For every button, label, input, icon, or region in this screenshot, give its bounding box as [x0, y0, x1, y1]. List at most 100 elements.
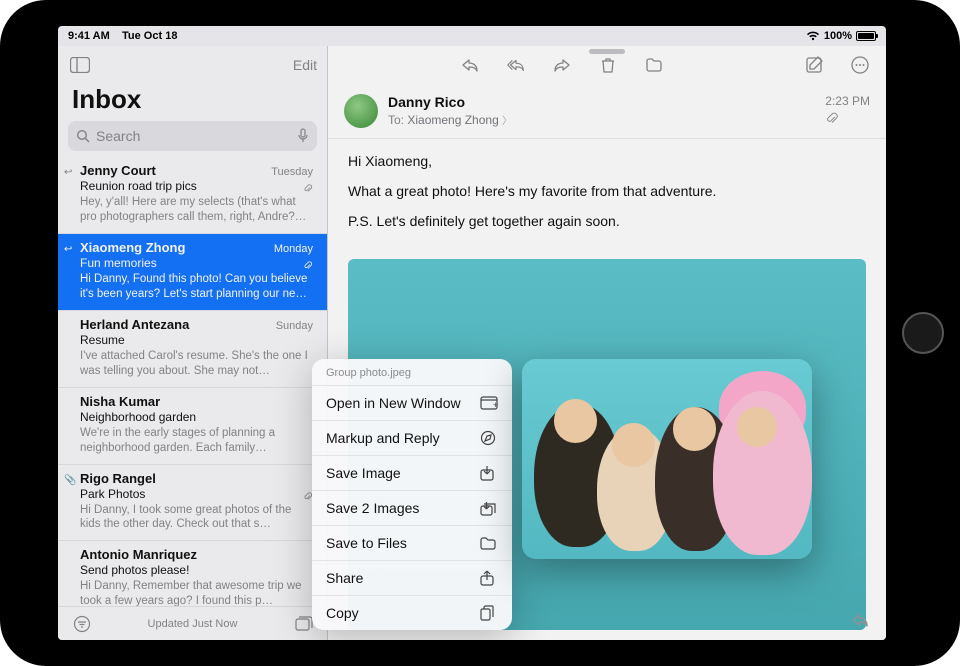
thread-subject: Park Photos	[80, 487, 313, 501]
thread-subject: Neighborhood garden	[80, 410, 313, 424]
context-menu-item[interactable]: Save 2 Images	[312, 490, 512, 525]
context-menu-item[interactable]: Share	[312, 560, 512, 595]
thread-sender: Nisha Kumar	[80, 394, 160, 409]
thread-item[interactable]: Antonio Manriquez Send photos please! Hi…	[58, 541, 327, 606]
thread-sender: Herland Antezana	[80, 317, 189, 332]
ipad-frame: 9:41 AM Tue Oct 18 100% Edit	[0, 0, 960, 666]
trash-icon[interactable]	[596, 53, 620, 77]
thread-item[interactable]: 📎 Rigo Rangel Park Photos Hi Danny, I to…	[58, 465, 327, 542]
to-field[interactable]: To: Xiaomeng Zhong 〉	[388, 112, 815, 127]
thread-preview: Hi Danny, Remember that awesome trip we …	[80, 579, 313, 606]
battery-icon	[856, 31, 876, 41]
attachment-icon: 📎	[64, 475, 76, 486]
body-line: P.S. Let's definitely get together again…	[348, 213, 866, 229]
thread-date: Sunday	[276, 320, 313, 332]
search-icon	[76, 129, 90, 143]
edit-button[interactable]: Edit	[293, 57, 317, 73]
context-menu-item[interactable]: Save Image	[312, 455, 512, 490]
to-label: To:	[388, 113, 404, 127]
dictation-icon[interactable]	[297, 128, 309, 144]
move-folder-icon[interactable]	[642, 53, 666, 77]
multitask-pill[interactable]	[589, 49, 625, 54]
context-menu-label: Save Image	[326, 465, 401, 481]
context-menu-label: Markup and Reply	[326, 430, 440, 446]
body-line: Hi Xiaomeng,	[348, 153, 866, 169]
window-add-icon: +	[480, 396, 498, 410]
thread-sender: Jenny Court	[80, 163, 156, 178]
thread-item[interactable]: ↩ Xiaomeng Zhong Monday Fun memories Hi …	[58, 234, 327, 311]
thread-list[interactable]: ↩ Jenny Court Tuesday Reunion road trip …	[58, 157, 327, 606]
attachment-icon[interactable]	[825, 112, 870, 126]
forward-icon[interactable]	[550, 53, 574, 77]
message-header: Danny Rico To: Xiaomeng Zhong 〉 2:23 PM	[328, 84, 886, 139]
status-right: 100%	[806, 30, 876, 42]
status-time: 9:41 AM	[68, 30, 110, 42]
save-down-icon	[480, 465, 498, 481]
thread-date: Monday	[274, 243, 313, 255]
thread-sender: Xiaomeng Zhong	[80, 240, 185, 255]
context-menu-label: Copy	[326, 605, 359, 621]
to-name: Xiaomeng Zhong	[407, 113, 498, 127]
chevron-right-icon: 〉	[502, 116, 512, 127]
preview-people	[522, 359, 812, 559]
message-time: 2:23 PM	[825, 94, 870, 108]
screen: 9:41 AM Tue Oct 18 100% Edit	[58, 26, 886, 640]
thread-subject: Resume	[80, 333, 313, 347]
sidebar-toolbar: Edit	[58, 46, 327, 84]
context-menu-item[interactable]: Save to Files	[312, 525, 512, 560]
thread-preview: We're in the early stages of planning a …	[80, 426, 313, 456]
search-placeholder: Search	[96, 128, 140, 144]
context-menu-label: Save 2 Images	[326, 500, 419, 516]
thread-sender: Rigo Rangel	[80, 471, 156, 486]
save-down-multi-icon	[480, 500, 498, 516]
thread-subject: Fun memories	[80, 256, 313, 270]
context-menu-item[interactable]: Open in New Window +	[312, 385, 512, 420]
battery-percent: 100%	[824, 30, 852, 42]
attachment-icon	[303, 260, 313, 272]
attachment-popover: Group photo.jpeg Open in New Window + Mar…	[312, 359, 812, 630]
wifi-icon	[806, 31, 820, 41]
reply-icon[interactable]	[458, 53, 482, 77]
status-date: Tue Oct 18	[122, 30, 177, 42]
thread-date: Tuesday	[271, 166, 313, 178]
thread-item[interactable]: Nisha Kumar Neighborhood garden We're in…	[58, 388, 327, 465]
body-line: What a great photo! Here's my favorite f…	[348, 183, 866, 199]
copy-icon	[480, 605, 498, 621]
more-icon[interactable]	[848, 53, 872, 77]
context-menu: Group photo.jpeg Open in New Window + Mar…	[312, 359, 512, 630]
reply-all-icon[interactable]	[504, 53, 528, 77]
search-input[interactable]: Search	[68, 121, 317, 151]
markup-icon	[480, 430, 498, 446]
status-bar: 9:41 AM Tue Oct 18 100%	[58, 26, 886, 46]
attachment-preview[interactable]	[522, 359, 812, 559]
thread-preview: Hey, y'all! Here are my selects (that's …	[80, 195, 313, 225]
attachment-icon	[303, 183, 313, 195]
sidebar-toggle-icon[interactable]	[68, 53, 92, 77]
thread-item[interactable]: Herland Antezana Sunday Resume I've atta…	[58, 311, 327, 388]
share-icon	[480, 570, 498, 586]
thread-subject: Reunion road trip pics	[80, 179, 313, 193]
compose-icon[interactable]	[802, 53, 826, 77]
svg-text:+: +	[493, 400, 498, 410]
context-menu-label: Open in New Window	[326, 395, 461, 411]
inbox-sidebar: Edit Inbox Search ↩ Jenny Court Tuesday	[58, 46, 328, 640]
context-menu-filename: Group photo.jpeg	[312, 363, 512, 385]
replied-icon: ↩	[64, 244, 72, 255]
context-menu-item[interactable]: Markup and Reply	[312, 420, 512, 455]
home-button[interactable]	[902, 312, 944, 354]
thread-subject: Send photos please!	[80, 563, 313, 577]
context-menu-item[interactable]: Copy	[312, 595, 512, 630]
from-name[interactable]: Danny Rico	[388, 94, 815, 110]
folder-icon	[480, 536, 498, 550]
sync-status: Updated Just Now	[148, 618, 238, 630]
filter-icon[interactable]	[70, 612, 94, 636]
thread-sender: Antonio Manriquez	[80, 547, 197, 562]
thread-preview: Hi Danny, I took some great photos of th…	[80, 503, 313, 533]
sidebar-footer: Updated Just Now	[58, 606, 327, 640]
inbox-title: Inbox	[58, 84, 327, 121]
quick-reply-icon[interactable]	[848, 608, 872, 632]
thread-preview: I've attached Carol's resume. She's the …	[80, 349, 313, 379]
replied-icon: ↩	[64, 167, 72, 178]
thread-item[interactable]: ↩ Jenny Court Tuesday Reunion road trip …	[58, 157, 327, 234]
avatar[interactable]	[344, 94, 378, 128]
